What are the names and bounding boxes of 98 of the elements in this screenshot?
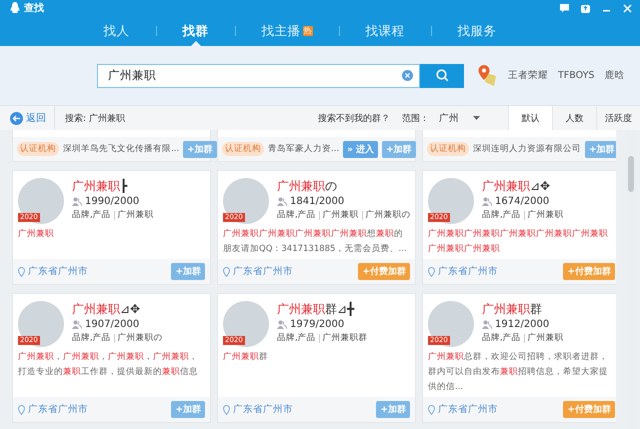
location-pin-icon bbox=[428, 266, 435, 276]
group-location: 广东省广州市 bbox=[438, 403, 498, 416]
group-tag: 广州兼职の bbox=[366, 209, 411, 221]
paid-join-button[interactable]: +付费加群 bbox=[358, 263, 410, 280]
back-arrow-icon bbox=[10, 112, 23, 124]
nav-tab[interactable]: 找主播 热 bbox=[236, 16, 338, 46]
group-tag: 广州兼职 bbox=[118, 209, 154, 221]
join-button[interactable]: +加群 bbox=[376, 401, 410, 418]
enter-button[interactable]: » 进入 bbox=[343, 140, 378, 158]
close-icon[interactable] bbox=[623, 4, 632, 12]
group-name: 广州兼职⊿✥ bbox=[72, 301, 142, 317]
join-button[interactable]: +加群 bbox=[183, 140, 217, 158]
avatar-image bbox=[223, 301, 269, 347]
group-description: 广州兼职群 bbox=[223, 351, 269, 364]
scrollbar-thumb[interactable] bbox=[628, 156, 634, 192]
search-field[interactable]: 广州兼职 bbox=[97, 64, 420, 88]
group-description: 广州兼职 bbox=[18, 228, 55, 241]
group-name: 广州兼职群⊿╋ bbox=[277, 301, 356, 317]
organization-name: 深圳连明人力资源有限公司 bbox=[473, 143, 581, 155]
avatar-image bbox=[428, 178, 474, 224]
search-query-label: 搜索: 广州兼职 bbox=[65, 112, 126, 124]
nav-tab[interactable]: 找人 bbox=[78, 16, 156, 46]
join-button[interactable]: +加群 bbox=[382, 140, 416, 158]
group-tag: 广州兼职 bbox=[322, 209, 359, 221]
hot-word-link[interactable]: 鹿晗 bbox=[604, 69, 624, 82]
nav-tab[interactable]: 找服务 bbox=[432, 16, 522, 46]
member-count: 1841/2000 bbox=[290, 196, 344, 207]
location-pin-icon bbox=[428, 404, 435, 414]
avatar-image bbox=[18, 178, 64, 224]
members-icon bbox=[72, 197, 82, 206]
join-button[interactable]: +加群 bbox=[171, 401, 205, 418]
location-pin-icon bbox=[18, 266, 25, 276]
organization-name: 青岛军豪人力资... bbox=[268, 143, 340, 155]
group-tag: 品牌,产品 bbox=[482, 209, 521, 221]
scope-label: 范围： bbox=[402, 112, 429, 124]
group-description: 广州兼职总群，欢迎公司招聘，求职者进群，群内可以自由发布兼职招聘信息，希望大家提供的信... bbox=[428, 350, 609, 394]
group-location: 广东省广州市 bbox=[438, 265, 498, 278]
avatar-image bbox=[428, 301, 474, 347]
join-button[interactable]: +加群 bbox=[171, 263, 205, 280]
group-location: 广东省广州市 bbox=[233, 265, 293, 278]
members-icon bbox=[277, 197, 287, 206]
avatar-image bbox=[223, 178, 269, 224]
group-tag: 品牌,产品 bbox=[482, 332, 521, 344]
members-icon bbox=[72, 320, 82, 329]
search-button[interactable] bbox=[420, 64, 464, 88]
member-count: 1990/2000 bbox=[85, 196, 140, 207]
nav-tab[interactable]: 找群 bbox=[156, 16, 234, 46]
hot-badge: 热 bbox=[302, 26, 312, 36]
paid-join-button[interactable]: +付费加群 bbox=[563, 401, 615, 418]
clear-icon[interactable] bbox=[402, 70, 413, 81]
group-tag: 广州兼职 bbox=[528, 209, 564, 221]
member-count: 1912/2000 bbox=[495, 319, 550, 330]
member-count: 1907/2000 bbox=[85, 319, 140, 330]
certified-badge: 认证机构 bbox=[222, 142, 264, 156]
group-tag: 品牌,产品 bbox=[277, 332, 316, 344]
sort-tab[interactable]: 默认 bbox=[508, 106, 552, 130]
certified-badge: 认证机构 bbox=[427, 142, 469, 156]
upload-icon[interactable] bbox=[581, 4, 590, 12]
scope-dropdown[interactable]: 广州 bbox=[433, 110, 486, 126]
group-tag: 广州兼职 bbox=[528, 332, 564, 344]
group-tag: 品牌,产品 bbox=[277, 209, 316, 221]
location-pin-icon bbox=[223, 404, 230, 414]
penguin-logo-icon bbox=[10, 2, 20, 14]
organization-name: 深圳羊鸟先飞文化传播有限... bbox=[63, 143, 180, 155]
group-description: 广州兼职广州兼职广州兼职广州兼职想兼职的朋友请加QQ：3417131885，无需会员费、... bbox=[223, 228, 408, 256]
group-tag: 广州兼职群 bbox=[322, 332, 368, 344]
nav-tab[interactable]: 找课程 bbox=[340, 16, 430, 46]
group-location: 广东省广州市 bbox=[28, 265, 88, 278]
group-name: 广州兼职群 bbox=[482, 301, 543, 317]
member-count: 1674/2000 bbox=[495, 196, 550, 207]
group-name: 广州兼职の bbox=[277, 178, 338, 194]
caret-icon bbox=[473, 116, 480, 120]
search-icon bbox=[436, 69, 448, 82]
members-icon bbox=[277, 320, 287, 329]
location-pin-icon bbox=[18, 404, 25, 414]
location-pin-icon bbox=[223, 266, 230, 276]
group-tag: 品牌,产品 bbox=[72, 332, 111, 344]
hot-word-link[interactable]: 王者荣耀 bbox=[508, 69, 548, 82]
group-description: 广州兼职广州兼职广州兼职广州兼职广州兼职广州兼职广州兼职 bbox=[428, 228, 609, 256]
group-location: 广东省广州市 bbox=[233, 403, 293, 416]
window-title: 查找 bbox=[24, 2, 44, 15]
members-icon bbox=[482, 320, 492, 329]
map-pin-icon[interactable] bbox=[478, 64, 498, 86]
group-tag: 广州兼职の bbox=[118, 332, 163, 344]
group-name: 广州兼职┣ bbox=[72, 178, 128, 194]
certified-badge: 认证机构 bbox=[17, 142, 59, 156]
group-description: 广州兼职，广州兼职，广州兼职，广州兼职，打造专业的兼职工作群，提供最新的兼职信息 bbox=[18, 351, 199, 379]
avatar-image bbox=[18, 301, 64, 347]
members-icon bbox=[482, 197, 492, 206]
not-found-link[interactable]: 搜索不到我的群？ bbox=[318, 112, 390, 124]
hot-word-link[interactable]: TFBOYS bbox=[558, 70, 594, 81]
member-count: 1979/2000 bbox=[290, 319, 344, 330]
paid-join-button[interactable]: +付费加群 bbox=[563, 263, 615, 280]
group-tag: 品牌,产品 bbox=[72, 209, 111, 221]
group-location: 广东省广州市 bbox=[28, 403, 88, 416]
join-button[interactable]: +加群 bbox=[585, 140, 616, 158]
feedback-icon[interactable] bbox=[560, 4, 569, 12]
group-name: 广州兼职⊿✥ bbox=[482, 178, 552, 194]
